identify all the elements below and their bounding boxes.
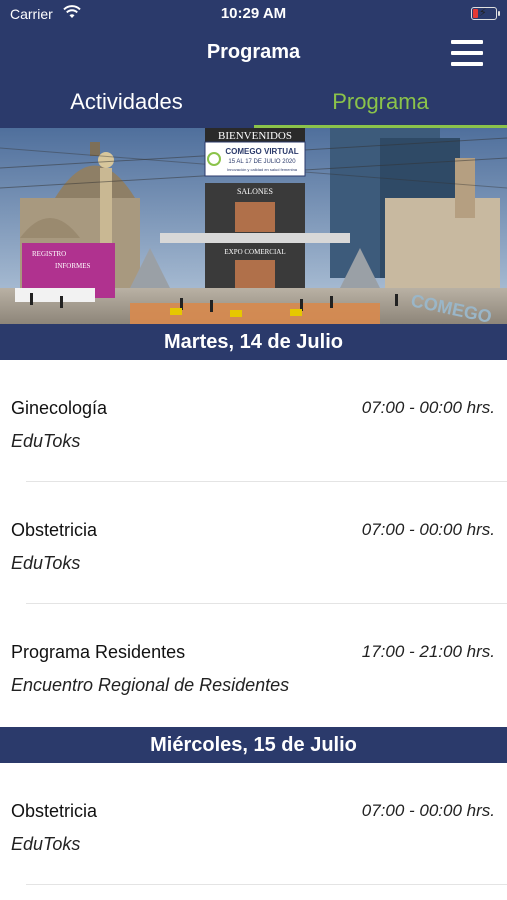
list-item[interactable]: Ginecología 07:00 - 00:00 hrs. EduToks xyxy=(0,360,507,482)
day-header-martes: Martes, 14 de Julio xyxy=(0,324,507,360)
banner-event-dates: 15 AL 17 DE JULIO 2020 xyxy=(228,159,296,165)
battery-icon: ⚡ xyxy=(471,7,500,20)
activity-time: 07:00 - 00:00 hrs. xyxy=(361,520,495,539)
clock: 10:29 AM xyxy=(220,5,287,22)
banner-image: BIENVENIDOS COMEGO VIRTUAL 15 AL 17 DE J… xyxy=(0,128,507,324)
page-title: Programa xyxy=(206,41,301,63)
banner-event-title: COMEGO VIRTUAL xyxy=(225,147,298,156)
activity-time: 17:00 - 21:00 hrs. xyxy=(361,642,495,661)
banner-informes-sign: INFORMES xyxy=(55,262,91,270)
divider xyxy=(26,884,507,885)
virtual-venue-illustration: BIENVENIDOS COMEGO VIRTUAL 15 AL 17 DE J… xyxy=(0,128,507,324)
banner-booth-top: SALONES xyxy=(237,187,273,196)
activity-subtitle: EduToks xyxy=(11,431,81,451)
banner-registro-sign: REGISTRO xyxy=(32,250,66,258)
list-item[interactable]: Programa Residentes 17:00 - 21:00 hrs. E… xyxy=(0,604,507,726)
banner-booth-bottom: EXPO COMERCIAL xyxy=(224,248,285,256)
activity-name: Obstetricia xyxy=(11,520,98,540)
list-item[interactable]: Obstetricia 07:00 - 00:00 hrs. EduToks xyxy=(0,482,507,604)
tab-actividades[interactable]: Actividades xyxy=(0,78,253,128)
day-header-miercoles: Miércoles, 15 de Julio xyxy=(0,727,507,763)
nav-bar: Programa xyxy=(0,28,507,78)
hamburger-menu-icon[interactable] xyxy=(451,40,483,66)
activity-name: Ginecología xyxy=(11,398,108,418)
tab-programa[interactable]: Programa xyxy=(254,78,507,128)
activity-subtitle: EduToks xyxy=(11,553,81,573)
tab-bar: Actividades Programa xyxy=(0,78,507,128)
activity-name: Obstetricia xyxy=(11,801,98,821)
banner-welcome-text: BIENVENIDOS xyxy=(218,130,292,142)
activity-time: 07:00 - 00:00 hrs. xyxy=(361,801,495,820)
banner-event-tagline: Innovación y calidad en salud femenina xyxy=(227,167,298,172)
status-bar: Carrier 10:29 AM ⚡ xyxy=(0,0,507,28)
activity-time: 07:00 - 00:00 hrs. xyxy=(361,398,495,417)
activity-subtitle: EduToks xyxy=(11,834,81,854)
activity-subtitle: Encuentro Regional de Residentes xyxy=(11,675,290,695)
activity-name: Programa Residentes xyxy=(11,642,186,662)
list-item[interactable]: Obstetricia 07:00 - 00:00 hrs. EduToks xyxy=(0,763,507,885)
